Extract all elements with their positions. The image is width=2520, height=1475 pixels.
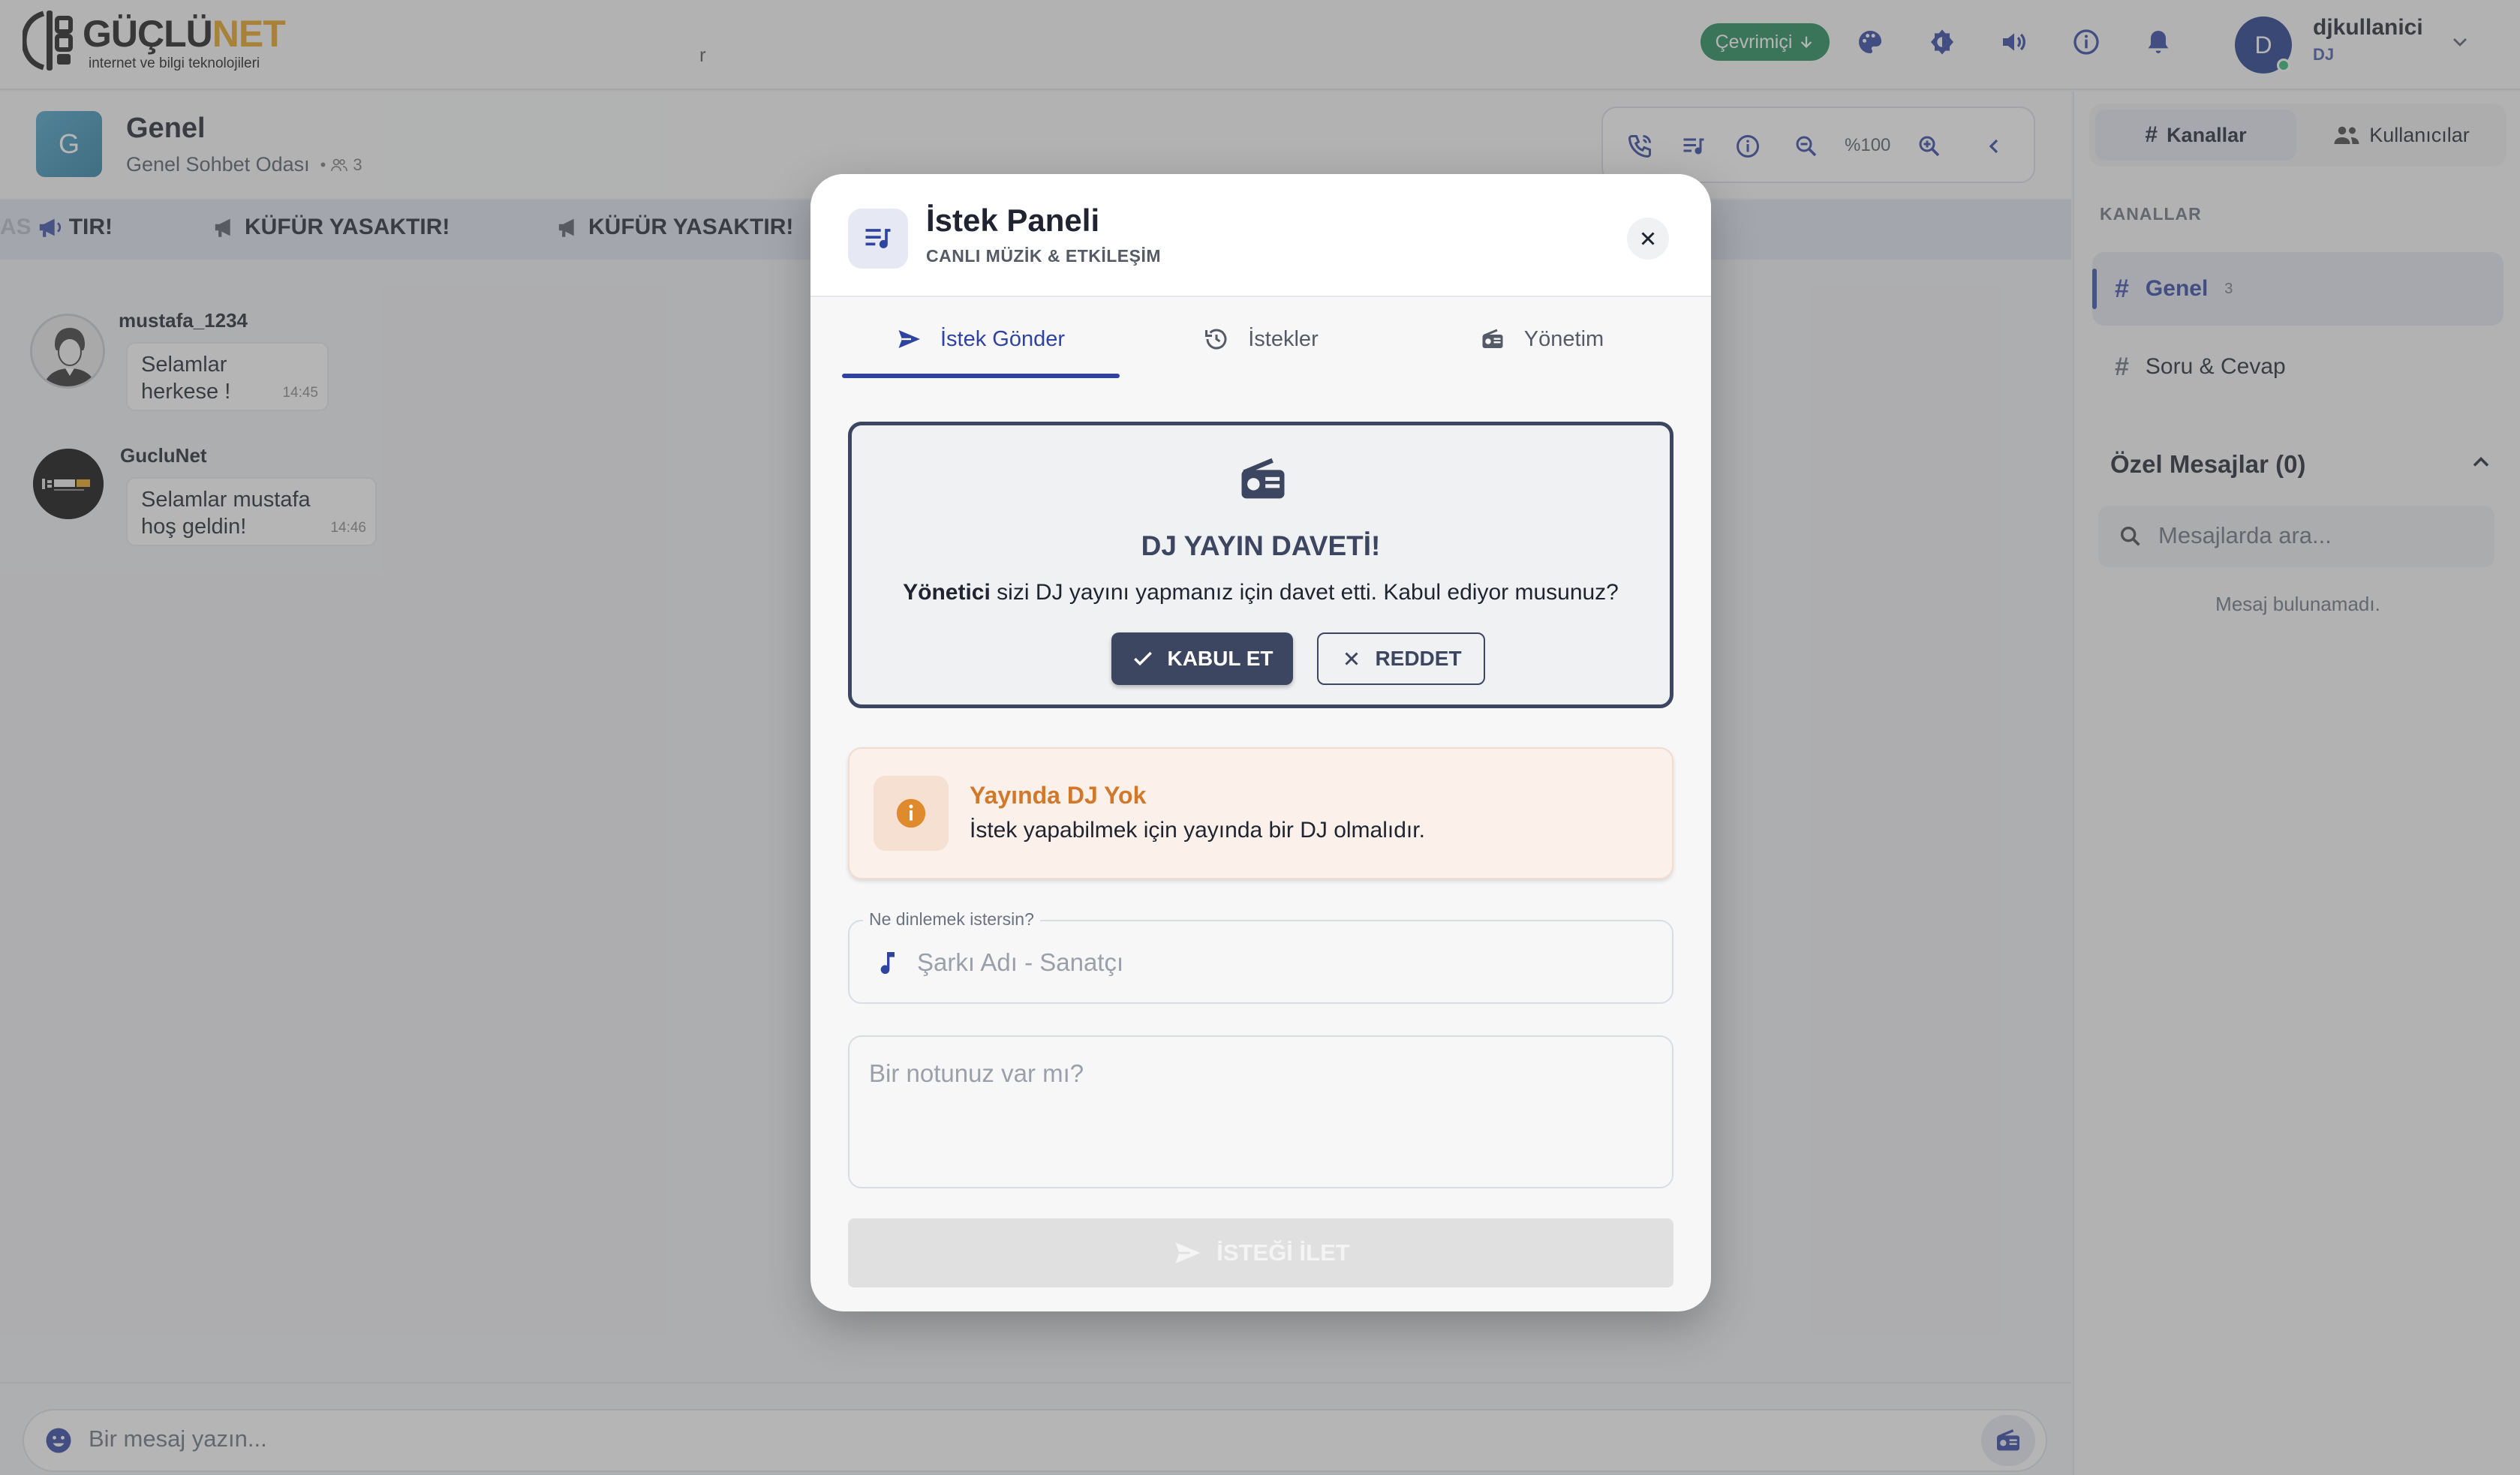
close-icon <box>1345 652 1358 665</box>
song-input-placeholder: Şarkı Adı - Sanatçı <box>917 948 1124 976</box>
no-dj-warning: Yayında DJ Yok İstek yapabilmek için yay… <box>848 747 1673 879</box>
modal-tabs: İstek Gönder İstekler Yönetim <box>841 302 1681 381</box>
song-input-label: Ne dinlemek istersin? <box>863 909 1040 930</box>
tab-send-request[interactable]: İstek Gönder <box>841 302 1120 378</box>
radio-icon <box>1482 329 1503 348</box>
request-panel-modal: İstek Paneli CANLI MÜZİK & ETKİLEŞİM İst… <box>810 174 1711 1311</box>
history-icon <box>1205 329 1227 350</box>
info-icon <box>874 776 949 851</box>
modal-subtitle: CANLI MÜZİK & ETKİLEŞİM <box>926 246 1162 266</box>
music-note-icon <box>880 952 895 975</box>
modal-header: İstek Paneli CANLI MÜZİK & ETKİLEŞİM <box>810 174 1711 297</box>
accept-button[interactable]: KABUL ET <box>1111 632 1293 685</box>
queue-music-icon <box>848 209 908 269</box>
note-textarea[interactable]: Bir notunuz var mı? <box>848 1035 1673 1188</box>
send-icon <box>1175 1242 1201 1263</box>
invite-text: Yönetici sizi DJ yayını yapmanız için da… <box>903 580 1619 605</box>
close-button[interactable] <box>1627 218 1669 260</box>
close-icon <box>1641 232 1655 245</box>
modal-title: İstek Paneli <box>926 203 1100 238</box>
invite-title: DJ YAYIN DAVETİ! <box>1141 530 1381 561</box>
warning-title: Yayında DJ Yok <box>970 782 1147 809</box>
tab-management[interactable]: Yönetim <box>1402 302 1681 377</box>
tab-requests[interactable]: İstekler <box>1121 302 1400 377</box>
note-placeholder: Bir notunuz var mı? <box>869 1059 1084 1087</box>
radio-icon <box>1241 458 1285 499</box>
send-icon <box>898 330 920 348</box>
send-request-button[interactable]: İSTEĞİ İLET <box>848 1218 1673 1287</box>
song-input[interactable]: Ne dinlemek istersin? Şarkı Adı - Sanatç… <box>848 909 1673 1004</box>
dj-invite-card: DJ YAYIN DAVETİ! Yönetici sizi DJ yayını… <box>848 422 1673 708</box>
check-icon <box>1134 651 1153 666</box>
reject-button[interactable]: REDDET <box>1317 632 1485 685</box>
warning-text: İstek yapabilmek için yayında bir DJ olm… <box>970 818 1425 843</box>
